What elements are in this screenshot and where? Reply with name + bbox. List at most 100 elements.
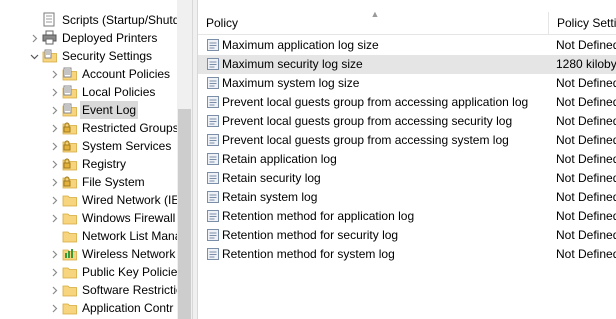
policy-row[interactable]: Prevent local guests group from accessin…	[198, 131, 616, 150]
tree-item-label: Registry	[82, 157, 127, 171]
chevron-right-icon[interactable]	[49, 299, 59, 317]
chevron-right-icon[interactable]	[49, 119, 59, 137]
chevron-right-icon[interactable]	[49, 65, 59, 83]
tree-item[interactable]: Public Key Policie	[0, 263, 177, 281]
tree-item-label: File System	[82, 175, 145, 189]
policy-row[interactable]: Retention method for security log Not Def…	[198, 226, 616, 245]
chevron-right-icon[interactable]	[49, 245, 59, 263]
folder-icon	[62, 210, 77, 225]
policy-setting-value: Not Defined	[556, 228, 616, 242]
chevron-right-icon[interactable]	[49, 83, 59, 101]
policy-name: Retain security log	[222, 171, 321, 185]
tree-scrollbar-thumb[interactable]	[178, 109, 191, 319]
security-settings-icon	[42, 48, 57, 63]
tree-item[interactable]: Account Policies	[0, 65, 177, 83]
policy-name: Retention method for system log	[222, 247, 395, 261]
policy-setting-value: Not Defined	[556, 190, 616, 204]
chevron-right-icon[interactable]	[29, 29, 39, 47]
tree-item[interactable]: Network List Mana	[0, 227, 181, 245]
chevron-right-icon[interactable]	[49, 281, 59, 299]
policy-row[interactable]: Prevent local guests group from accessin…	[198, 112, 616, 131]
policy-setting-value: Not Defined	[556, 114, 616, 128]
tree-item[interactable]: Windows Firewall	[0, 209, 177, 227]
policy-row[interactable]: Prevent local guests group from accessin…	[198, 93, 616, 112]
policy-setting-icon	[206, 190, 220, 204]
policy-setting-value: Not Defined	[556, 133, 616, 147]
policy-name: Prevent local guests group from accessin…	[222, 95, 529, 109]
tree-item[interactable]: Application Contr	[0, 299, 177, 317]
chevron-right-icon[interactable]	[49, 191, 59, 209]
policy-setting-value: 1280 kilobytes	[556, 57, 616, 71]
policy-setting-value: Not Defined	[556, 247, 616, 261]
list-header: ▲ Policy Policy Setting	[198, 10, 616, 35]
policy-folder-icon	[62, 66, 77, 81]
policy-setting-value: Not Defined	[556, 209, 616, 223]
tree-item-label: Security Settings	[62, 49, 153, 63]
tree-item[interactable]: Wireless Network	[0, 245, 177, 263]
tree-item-label: System Services	[82, 139, 172, 153]
tree-item-label: Restricted Groups	[82, 121, 179, 135]
tree-item-label: Application Contr	[82, 301, 174, 315]
tree-item[interactable]: Software Restrictio	[0, 281, 183, 299]
policy-row[interactable]: Retain application log Not Defined	[198, 150, 616, 169]
policy-row[interactable]: Maximum system log size Not Defined	[198, 74, 616, 93]
tree-item[interactable]: Security Settings	[0, 47, 177, 65]
tree-item-label: Scripts (Startup/Shutdo	[62, 13, 187, 27]
policy-setting-value: Not Defined	[556, 171, 616, 185]
tree-item-label: Software Restrictio	[82, 283, 183, 297]
policy-name: Maximum security log size	[222, 57, 363, 71]
tree-item-label: Windows Firewall	[82, 211, 176, 225]
policy-folder-icon	[62, 102, 77, 117]
chart-folder-icon	[62, 246, 77, 261]
policy-list: ▲ Policy Policy Setting Maximum applicat…	[198, 0, 616, 319]
chevron-right-icon[interactable]	[49, 155, 59, 173]
folder-icon	[62, 300, 77, 315]
tree-item[interactable]: Restricted Groups	[0, 119, 179, 137]
column-header-policy-setting[interactable]: Policy Setting	[549, 12, 616, 34]
tree-item[interactable]: File System	[0, 173, 177, 191]
tree-item-label: Network List Mana	[82, 229, 182, 243]
policy-setting-icon	[206, 76, 220, 90]
tree-item[interactable]: Event Log	[0, 101, 177, 119]
policy-row[interactable]: Retain security log Not Defined	[198, 169, 616, 188]
chevron-right-icon[interactable]	[49, 137, 59, 155]
policy-setting-icon	[206, 209, 220, 223]
policy-setting-icon	[206, 133, 220, 147]
chevron-down-icon[interactable]	[29, 47, 39, 65]
policy-setting-icon	[206, 38, 220, 52]
policy-row[interactable]: Maximum application log size Not Defined	[198, 36, 616, 55]
policy-row[interactable]: Retention method for system log Not Defin…	[198, 245, 616, 264]
policy-row[interactable]: Retention method for application log Not …	[198, 207, 616, 226]
scripts-document-icon	[42, 12, 57, 27]
policy-name: Retain application log	[222, 152, 337, 166]
tree-item[interactable]: Wired Network (IE	[0, 191, 179, 209]
policy-name: Prevent local guests group from accessin…	[222, 133, 509, 147]
printer-icon	[42, 30, 57, 45]
policy-name: Maximum system log size	[222, 76, 360, 90]
tree-item[interactable]: System Services	[0, 137, 177, 155]
tree-item[interactable]: Local Policies	[0, 83, 177, 101]
policy-name: Maximum application log size	[222, 38, 379, 52]
policy-row[interactable]: Retain system log Not Defined	[198, 188, 616, 207]
locked-folder-icon	[62, 156, 77, 171]
policy-setting-value: Not Defined	[556, 38, 616, 52]
column-header-policy[interactable]: Policy	[198, 12, 548, 34]
policy-setting-value: Not Defined	[556, 152, 616, 166]
chevron-right-icon[interactable]	[49, 209, 59, 227]
tree-item-label: Public Key Policie	[82, 265, 178, 279]
chevron-right-icon[interactable]	[49, 173, 59, 191]
console-tree: Scripts (Startup/Shutdo Deployed Printers…	[0, 0, 192, 319]
policy-name: Retention method for application log	[222, 209, 415, 223]
chevron-right-icon[interactable]	[49, 101, 59, 119]
tree-item[interactable]: Deployed Printers	[0, 29, 177, 47]
policy-row[interactable]: Maximum security log size 1280 kilobytes	[198, 55, 616, 74]
tree-item-label: Deployed Printers	[62, 31, 158, 45]
policy-setting-icon	[206, 152, 220, 166]
policy-setting-icon	[206, 228, 220, 242]
locked-folder-icon	[62, 174, 77, 189]
tree-item[interactable]: Scripts (Startup/Shutdo	[0, 11, 186, 29]
tree-item-label: Event Log	[80, 101, 139, 119]
policy-setting-icon	[206, 114, 220, 128]
tree-item[interactable]: Registry	[0, 155, 177, 173]
chevron-right-icon[interactable]	[49, 263, 59, 281]
